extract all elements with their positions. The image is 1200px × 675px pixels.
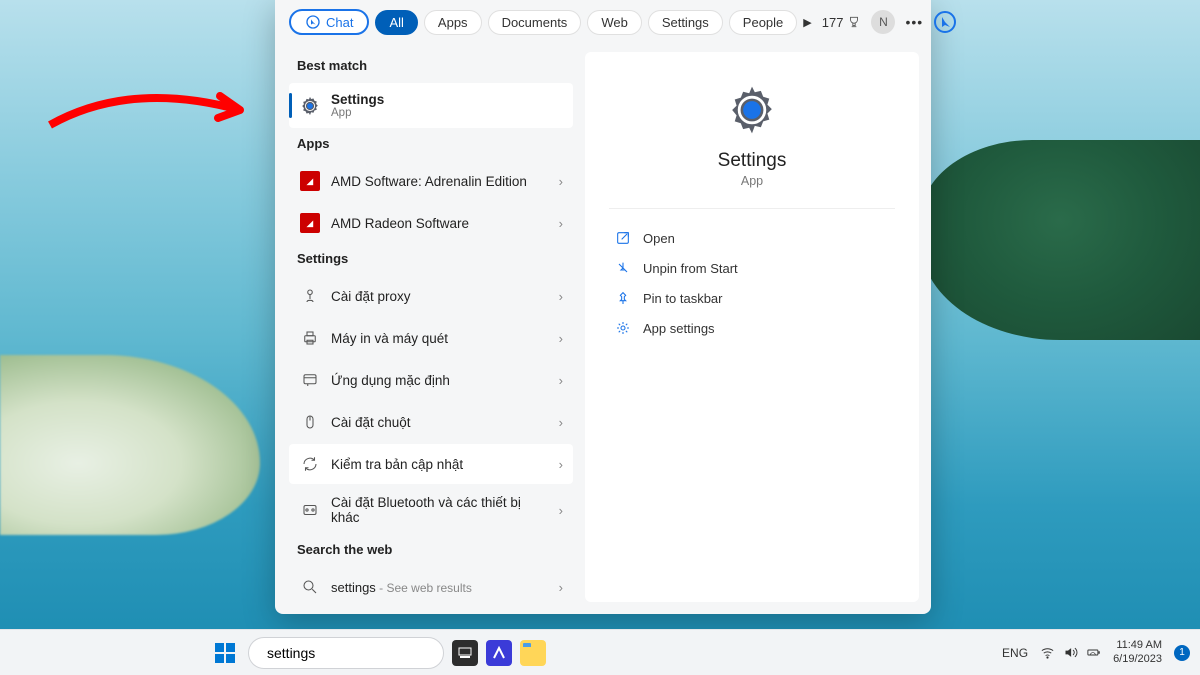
taskbar-app-1[interactable]: [486, 640, 512, 666]
file-explorer-button[interactable]: [520, 640, 546, 666]
taskview-icon: [458, 647, 472, 659]
notification-badge[interactable]: 1: [1174, 645, 1190, 661]
chevron-right-icon: ›: [559, 216, 563, 231]
detail-subtitle: App: [609, 174, 895, 188]
result-title: Settings: [331, 92, 563, 107]
mouse-icon: [301, 413, 319, 431]
more-icon[interactable]: •••: [905, 14, 923, 30]
chevron-right-icon: ›: [559, 289, 563, 304]
result-setting-bluetooth[interactable]: Cài đặt Bluetooth và các thiết bị khác ›: [289, 486, 573, 534]
clock[interactable]: 11:49 AM 6/19/2023: [1113, 639, 1162, 667]
gear-icon: [609, 82, 895, 138]
results-left-column: Best match Settings App Apps ◢ AMD Softw…: [275, 44, 583, 614]
app-icon: [492, 646, 506, 660]
tab-documents[interactable]: Documents: [488, 10, 582, 35]
amd-icon: ◢: [300, 213, 320, 233]
start-button[interactable]: [210, 638, 240, 668]
result-search-web[interactable]: settings - See web results ›: [289, 567, 573, 607]
result-best-match-settings[interactable]: Settings App: [289, 83, 573, 128]
divider: [609, 208, 895, 209]
tab-people[interactable]: People: [729, 10, 797, 35]
tab-settings[interactable]: Settings: [648, 10, 723, 35]
windows-logo-icon: [213, 641, 237, 665]
result-subtitle: App: [331, 107, 563, 119]
user-avatar[interactable]: N: [871, 10, 895, 34]
gear-icon: [615, 320, 631, 336]
chevron-right-icon: ›: [559, 415, 563, 430]
detail-title: Settings: [609, 150, 895, 172]
tab-chat-label: Chat: [326, 15, 353, 30]
chevron-right-icon: ›: [559, 373, 563, 388]
action-pin-taskbar[interactable]: Pin to taskbar: [609, 283, 895, 313]
open-icon: [615, 230, 631, 246]
chevron-right-icon: ›: [559, 580, 563, 595]
taskbar-search-input[interactable]: [267, 645, 448, 661]
pin-icon: [615, 290, 631, 306]
chevron-right-icon: ›: [559, 174, 563, 189]
task-view-button[interactable]: [452, 640, 478, 666]
chevron-right-icon: ›: [559, 503, 563, 518]
wifi-icon[interactable]: [1040, 645, 1055, 660]
result-app-amd-adrenalin[interactable]: ◢ AMD Software: Adrenalin Edition ›: [289, 161, 573, 201]
search-icon: [301, 578, 319, 596]
unpin-icon: [615, 260, 631, 276]
action-app-settings[interactable]: App settings: [609, 313, 895, 343]
default-apps-icon: [301, 371, 319, 389]
play-icon[interactable]: ▶: [803, 16, 811, 29]
amd-icon: ◢: [300, 171, 320, 191]
battery-icon[interactable]: [1086, 645, 1101, 660]
trophy-icon: [847, 15, 861, 29]
section-apps: Apps: [289, 130, 573, 159]
bing-icon[interactable]: [933, 10, 957, 34]
system-tray: ENG 11:49 AM 6/19/2023 1: [1002, 639, 1190, 667]
search-tabs-row: Chat All Apps Documents Web Settings Peo…: [275, 0, 931, 44]
annotation-arrow: [40, 85, 260, 145]
section-best-match: Best match: [289, 52, 573, 81]
bluetooth-icon: [301, 501, 319, 519]
printer-icon: [301, 329, 319, 347]
chevron-right-icon: ›: [559, 331, 563, 346]
detail-pane: Settings App Open Unpin from Start Pin t…: [585, 52, 919, 602]
chevron-right-icon: ›: [559, 457, 563, 472]
gear-icon: [299, 95, 321, 117]
start-search-panel: Chat All Apps Documents Web Settings Peo…: [275, 0, 931, 614]
section-search-web: Search the web: [289, 536, 573, 565]
result-setting-printer[interactable]: Máy in và máy quét ›: [289, 318, 573, 358]
volume-icon[interactable]: [1063, 645, 1078, 660]
taskbar: ENG 11:49 AM 6/19/2023 1: [0, 629, 1200, 675]
action-open[interactable]: Open: [609, 223, 895, 253]
tab-web[interactable]: Web: [587, 10, 642, 35]
tab-chat[interactable]: Chat: [289, 9, 369, 35]
proxy-icon: [301, 287, 319, 305]
result-app-amd-radeon[interactable]: ◢ AMD Radeon Software ›: [289, 203, 573, 243]
section-settings: Settings: [289, 245, 573, 274]
tab-all[interactable]: All: [375, 10, 417, 35]
taskbar-search-box[interactable]: [248, 637, 444, 669]
language-indicator[interactable]: ENG: [1002, 646, 1028, 660]
tab-apps[interactable]: Apps: [424, 10, 482, 35]
rewards-points[interactable]: 177: [822, 15, 862, 30]
bing-chat-icon: [305, 14, 321, 30]
action-unpin-start[interactable]: Unpin from Start: [609, 253, 895, 283]
result-setting-default-apps[interactable]: Ứng dụng mặc định ›: [289, 360, 573, 400]
result-setting-mouse[interactable]: Cài đặt chuột ›: [289, 402, 573, 442]
result-setting-update[interactable]: Kiểm tra bản cập nhật ›: [289, 444, 573, 484]
update-icon: [301, 455, 319, 473]
result-setting-proxy[interactable]: Cài đặt proxy ›: [289, 276, 573, 316]
